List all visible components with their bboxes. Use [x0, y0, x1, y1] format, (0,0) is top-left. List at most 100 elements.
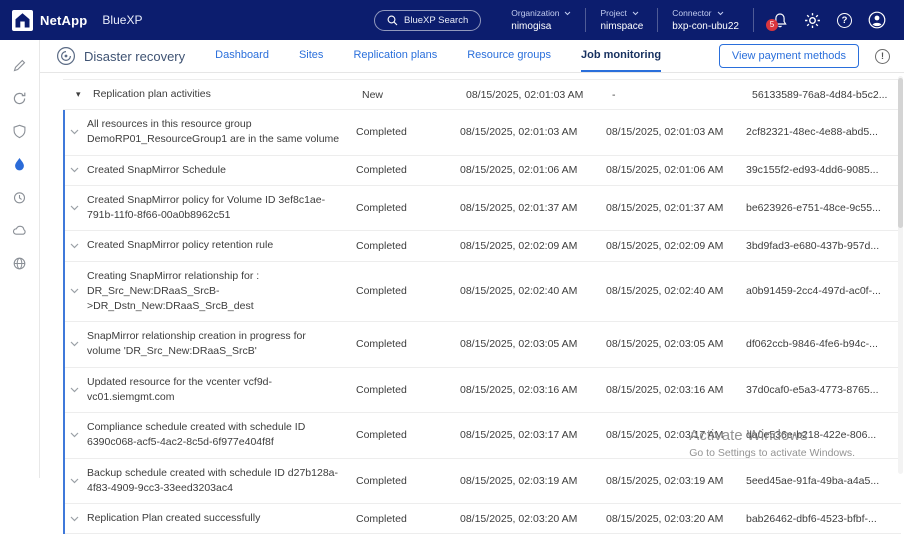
job-monitoring-table: ▾ Replication plan activities New 08/15/… — [63, 79, 901, 534]
globe-icon[interactable] — [12, 256, 28, 272]
job-id: be623926-e751-48ce-9c55... — [746, 202, 901, 214]
job-id: 5eed45ae-91fa-49ba-a4a5... — [746, 475, 901, 487]
disaster-recovery-icon[interactable] — [12, 157, 28, 173]
job-description: Updated resource for the vcenter vcf9d-v… — [87, 375, 342, 405]
job-id: 37d0caf0-e5a3-4773-8765... — [746, 384, 901, 396]
help-button[interactable]: ? — [837, 13, 852, 28]
job-status: Completed — [356, 475, 460, 487]
job-id: bab26462-dbf6-4523-bfbf-... — [746, 513, 901, 525]
topbar-icons: 5 ? — [772, 11, 886, 29]
user-profile-button[interactable] — [868, 11, 886, 29]
organization-selector[interactable]: Organization nimogisa — [497, 8, 585, 32]
job-description: Replication Plan created successfully — [87, 511, 260, 526]
job-start-time: 08/15/2025, 02:03:19 AM — [460, 475, 606, 487]
scrollbar[interactable] — [898, 76, 903, 474]
restore-icon[interactable] — [12, 190, 28, 206]
divider — [753, 8, 754, 32]
job-id: 2cf82321-48ec-4e88-abd5... — [746, 126, 901, 138]
job-start-time: 08/15/2025, 02:01:03 AM — [460, 126, 606, 138]
job-end-time: 08/15/2025, 02:03:16 AM — [606, 384, 746, 396]
job-id: a0b91459-2cc4-497d-ac0f-... — [746, 285, 901, 297]
table-row[interactable]: Created SnapMirror Schedule Completed 08… — [65, 156, 901, 186]
chevron-down-icon[interactable] — [70, 167, 80, 173]
tab-resource-groups[interactable]: Resource groups — [467, 40, 551, 72]
chevron-down-icon[interactable] — [70, 516, 80, 522]
table-row[interactable]: Replication Plan created successfully Co… — [65, 504, 901, 534]
job-status: Completed — [356, 384, 460, 396]
tab-bar: Dashboard Sites Replication plans Resource … — [215, 40, 661, 72]
scrollbar-thumb[interactable] — [898, 78, 903, 228]
tab-sites[interactable]: Sites — [299, 40, 323, 72]
chevron-down-icon[interactable] — [70, 288, 80, 294]
view-payment-methods-button[interactable]: View payment methods — [719, 44, 859, 68]
settings-button[interactable] — [804, 12, 821, 29]
job-description: Created SnapMirror policy for Volume ID … — [87, 193, 342, 223]
job-description-cell: ▾ Replication plan activities — [76, 87, 362, 102]
job-start-time: 08/15/2025, 02:01:03 AM — [466, 89, 612, 101]
job-description: Creating SnapMirror relationship for : D… — [87, 269, 342, 315]
chevron-down-icon[interactable]: ▾ — [76, 89, 86, 100]
job-description: Replication plan activities — [93, 87, 211, 102]
job-start-time: 08/15/2025, 02:02:09 AM — [460, 240, 606, 252]
chevron-down-icon[interactable] — [70, 243, 80, 249]
chevron-down-icon[interactable] — [70, 478, 80, 484]
search-icon — [387, 15, 398, 26]
bluexp-search-button[interactable]: BlueXP Search — [374, 10, 481, 31]
pencil-icon[interactable] — [12, 58, 28, 74]
job-description: Created SnapMirror Schedule — [87, 163, 226, 178]
table-row[interactable]: Creating SnapMirror relationship for : D… — [65, 262, 901, 323]
sync-icon[interactable] — [12, 91, 28, 107]
connector-selector[interactable]: Connector bxp-con-ubu22 — [658, 8, 753, 32]
job-end-time: 08/15/2025, 02:01:06 AM — [606, 164, 746, 176]
top-navigation-bar: NetApp BlueXP BlueXP Search Organization… — [0, 0, 904, 40]
job-status: New — [362, 89, 466, 101]
tab-replication-plans[interactable]: Replication plans — [353, 40, 437, 72]
chevron-down-icon[interactable] — [70, 432, 80, 438]
left-sidebar — [0, 40, 40, 478]
notifications-button[interactable]: 5 — [772, 12, 788, 29]
table-row[interactable]: ▾ Replication plan activities New 08/15/… — [63, 80, 901, 110]
child-rows-group: All resources in this resource group Dem… — [63, 110, 901, 534]
job-description-cell: Updated resource for the vcenter vcf9d-v… — [70, 375, 356, 405]
job-start-time: 08/15/2025, 02:01:37 AM — [460, 202, 606, 214]
job-end-time: 08/15/2025, 02:03:19 AM — [606, 475, 746, 487]
table-row[interactable]: Created SnapMirror policy retention rule… — [65, 231, 901, 261]
job-id: 3bd9fad3-e680-437b-957d... — [746, 240, 901, 252]
job-description: Backup schedule created with schedule ID… — [87, 466, 342, 496]
table-row[interactable]: All resources in this resource group Dem… — [65, 110, 901, 155]
table-row[interactable]: SnapMirror relationship creation in prog… — [65, 322, 901, 367]
help-icon: ? — [837, 13, 852, 28]
user-icon — [868, 11, 886, 29]
cloud-icon[interactable] — [12, 223, 28, 239]
project-value: nimspace — [600, 21, 643, 32]
chevron-down-icon[interactable] — [70, 387, 80, 393]
job-description: Compliance schedule created with schedul… — [87, 420, 342, 450]
organization-value: nimogisa — [511, 21, 571, 32]
job-start-time: 08/15/2025, 02:03:16 AM — [460, 384, 606, 396]
chevron-down-icon — [717, 11, 724, 16]
tab-dashboard[interactable]: Dashboard — [215, 40, 269, 72]
job-status: Completed — [356, 513, 460, 525]
search-placeholder: BlueXP Search — [404, 15, 468, 26]
job-description-cell: Creating SnapMirror relationship for : D… — [70, 269, 356, 315]
job-description-cell: Created SnapMirror policy for Volume ID … — [70, 193, 356, 223]
job-status: Completed — [356, 164, 460, 176]
brand: NetApp BlueXP — [12, 10, 142, 31]
info-icon[interactable]: ! — [875, 49, 890, 64]
job-start-time: 08/15/2025, 02:03:05 AM — [460, 338, 606, 350]
job-description: Created SnapMirror policy retention rule — [87, 238, 273, 253]
shield-icon[interactable] — [12, 124, 28, 140]
job-description: All resources in this resource group Dem… — [87, 117, 342, 147]
page-title: Disaster recovery — [84, 49, 185, 64]
chevron-down-icon[interactable] — [70, 341, 80, 347]
job-start-time: 08/15/2025, 02:01:06 AM — [460, 164, 606, 176]
tab-job-monitoring[interactable]: Job monitoring — [581, 40, 661, 72]
table-row[interactable]: Created SnapMirror policy for Volume ID … — [65, 186, 901, 231]
table-row[interactable]: Backup schedule created with schedule ID… — [65, 459, 901, 504]
chevron-down-icon[interactable] — [70, 205, 80, 211]
chevron-down-icon[interactable] — [70, 129, 80, 135]
table-row[interactable]: Compliance schedule created with schedul… — [65, 413, 901, 458]
job-status: Completed — [356, 285, 460, 297]
table-row[interactable]: Updated resource for the vcenter vcf9d-v… — [65, 368, 901, 413]
project-selector[interactable]: Project nimspace — [586, 8, 657, 32]
